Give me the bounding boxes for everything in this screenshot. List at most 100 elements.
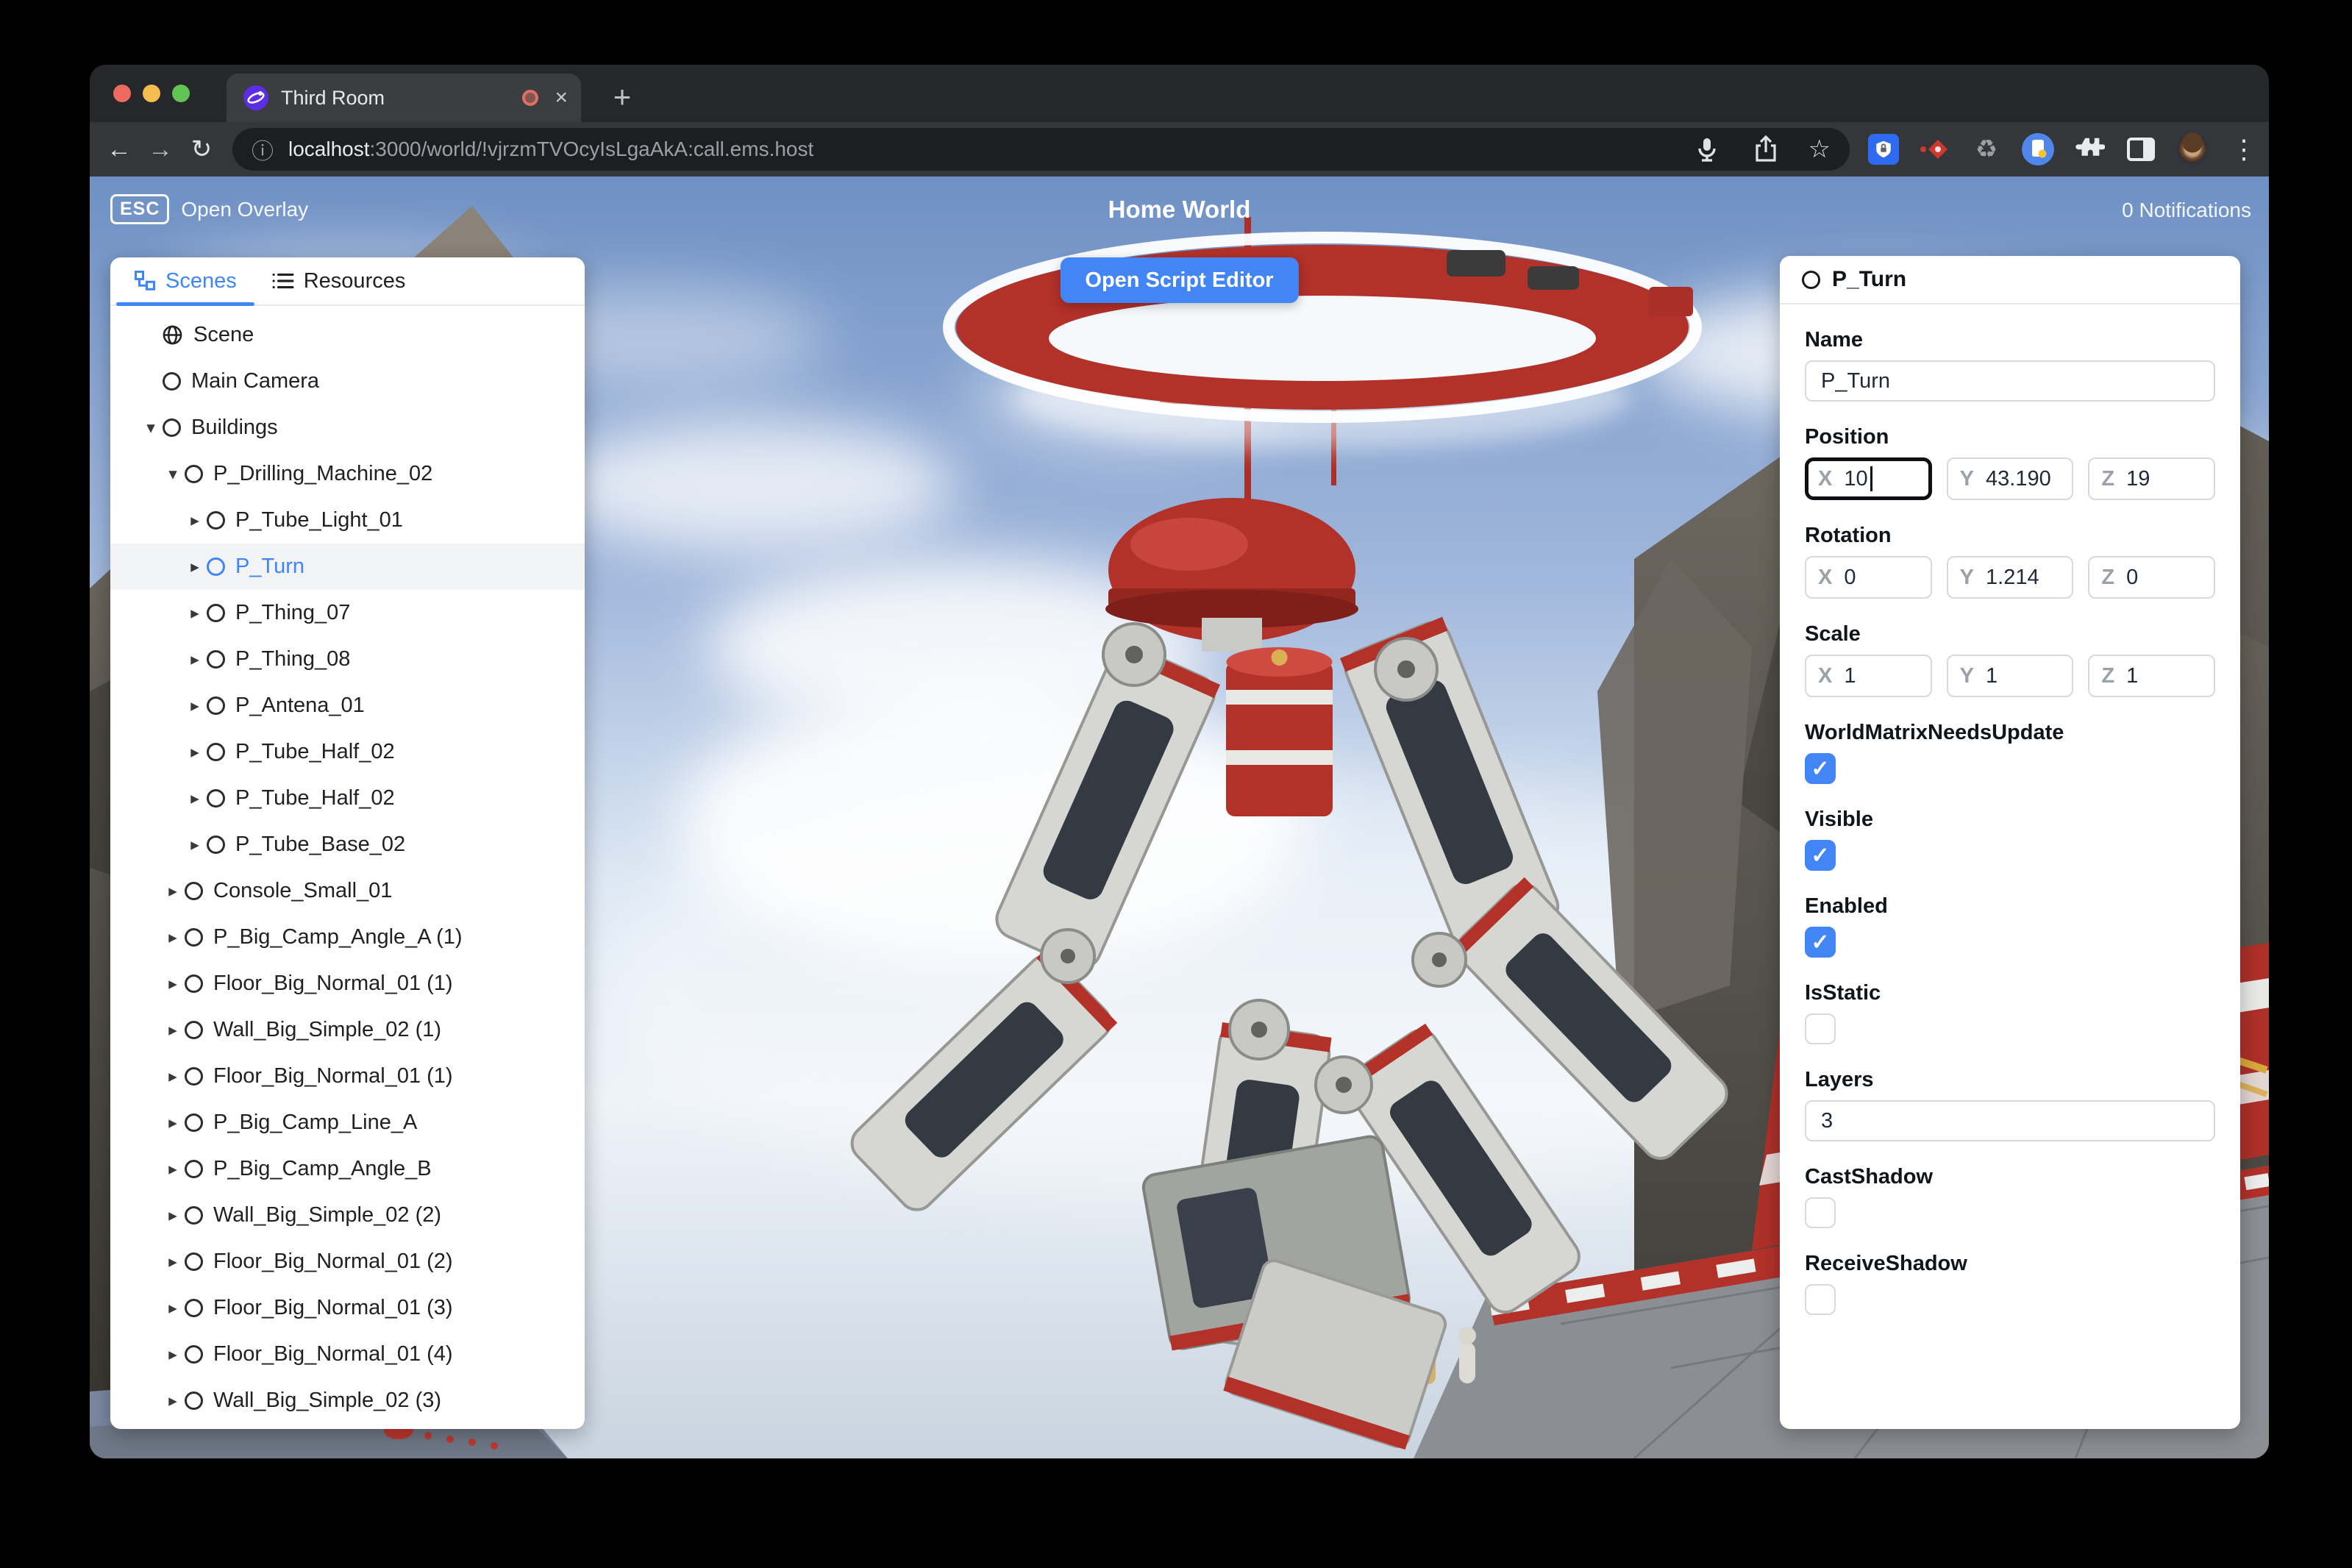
chevron-right-icon[interactable]: ▸ (162, 1020, 184, 1040)
tree-item[interactable]: ▸ Floor_Big_Normal_01 (4) (110, 1331, 585, 1378)
scale-y-input[interactable]: Y1 (1946, 655, 2074, 697)
tree-item[interactable]: Main Camera (110, 358, 585, 405)
scene-tree: Scene Main Camera ▾ Buildings ▾ P_Drilling… (110, 306, 585, 1424)
notifications-status[interactable]: 0 Notifications (2122, 199, 2251, 222)
browser-tab-strip: Third Room × + (90, 65, 2269, 122)
side-panel-icon[interactable] (2123, 132, 2159, 167)
position-z-input[interactable]: Z 19 (2088, 457, 2216, 500)
bookmark-star-icon[interactable]: ☆ (1808, 135, 1831, 164)
tree-item[interactable]: ▸ Wall_Big_Simple_02 (3) (110, 1378, 585, 1424)
position-x-input[interactable]: X 10 (1805, 457, 1932, 500)
open-overlay-control[interactable]: ESC Open Overlay (110, 194, 308, 224)
tab-scenes[interactable]: Scenes (116, 257, 254, 306)
profile-avatar[interactable] (2175, 132, 2210, 167)
name-input[interactable]: P_Turn (1805, 360, 2215, 402)
back-icon[interactable]: ← (99, 135, 140, 164)
tree-item[interactable]: ▸ Wall_Big_Simple_02 (1) (110, 1007, 585, 1053)
selected-object-title: P_Turn (1832, 267, 1907, 291)
rotation-z-input[interactable]: Z0 (2088, 556, 2216, 599)
tree-item-selected[interactable]: ▸ P_Turn (110, 544, 585, 590)
microphone-icon[interactable] (1691, 133, 1723, 165)
chevron-right-icon[interactable]: ▸ (162, 1344, 184, 1364)
position-y-value: 43.190 (1986, 466, 2051, 491)
tree-item[interactable]: ▸ P_Big_Camp_Line_A (110, 1100, 585, 1146)
visible-checkbox[interactable]: ✓ (1805, 840, 1836, 871)
browser-menu-icon[interactable]: ⋮ (2226, 132, 2262, 167)
tree-item[interactable]: ▸ P_Thing_07 (110, 590, 585, 636)
scale-z-input[interactable]: Z1 (2088, 655, 2216, 697)
site-info-icon[interactable]: ⓘ (252, 133, 274, 165)
chevron-right-icon[interactable]: ▸ (184, 603, 206, 623)
enabled-checkbox[interactable]: ✓ (1805, 927, 1836, 958)
chevron-right-icon[interactable]: ▸ (184, 742, 206, 762)
share-icon[interactable] (1750, 133, 1782, 165)
scale-x-input[interactable]: X1 (1805, 655, 1932, 697)
cast-shadow-label: CastShadow (1805, 1165, 1934, 1189)
tree-item[interactable]: ▸ Console_Small_01 (110, 868, 585, 914)
tree-item[interactable]: ▸ Floor_Big_Normal_01 (1) (110, 1053, 585, 1100)
chevron-right-icon[interactable]: ▸ (162, 1391, 184, 1411)
chevron-right-icon[interactable]: ▸ (184, 835, 206, 855)
chevron-right-icon[interactable]: ▸ (162, 1159, 184, 1179)
tree-item[interactable]: ▾ Buildings (110, 405, 585, 451)
tree-item[interactable]: ▸ P_Big_Camp_Angle_A (1) (110, 914, 585, 961)
tree-item[interactable]: ▸ Floor_Big_Normal_01 (1) (110, 961, 585, 1007)
extension-shield-icon[interactable] (1866, 132, 1901, 167)
rotation-x-input[interactable]: X0 (1805, 556, 1932, 599)
tree-item[interactable]: ▸ Floor_Big_Normal_01 (2) (110, 1239, 585, 1285)
tree-item[interactable]: ▸ P_Tube_Half_02 (110, 729, 585, 775)
chevron-right-icon[interactable]: ▸ (162, 927, 184, 947)
chevron-right-icon[interactable]: ▸ (184, 557, 206, 577)
cast-shadow-checkbox[interactable]: ✓ (1805, 1197, 1836, 1228)
chevron-right-icon[interactable]: ▸ (162, 1113, 184, 1133)
address-bar[interactable]: ⓘ localhost:3000/world/!vjrzmTVOcyIsLgaA… (232, 128, 1850, 171)
position-y-input[interactable]: Y 43.190 (1946, 457, 2074, 500)
extension-recycle-icon[interactable]: ♻ (1969, 132, 2004, 167)
extensions-puzzle-icon[interactable] (2072, 132, 2107, 167)
receive-shadow-checkbox[interactable]: ✓ (1805, 1284, 1836, 1315)
new-tab-button[interactable]: + (605, 79, 640, 115)
chevron-right-icon[interactable]: ▸ (162, 1205, 184, 1225)
chevron-right-icon[interactable]: ▸ (184, 788, 206, 808)
tree-item-label: P_Tube_Half_02 (235, 786, 395, 810)
tree-item[interactable]: ▸ P_Tube_Base_02 (110, 822, 585, 868)
window-minimize-button[interactable] (143, 85, 160, 102)
tree-item[interactable]: ▸ P_Tube_Half_02 (110, 775, 585, 822)
chevron-right-icon[interactable]: ▸ (162, 1298, 184, 1318)
tree-item[interactable]: ▸ P_Tube_Light_01 (110, 497, 585, 544)
window-zoom-button[interactable] (172, 85, 190, 102)
window-close-button[interactable] (113, 85, 131, 102)
tree-item[interactable]: ▸ Floor_Big_Normal_01 (3) (110, 1285, 585, 1331)
extension-document-icon[interactable] (2020, 132, 2056, 167)
open-script-editor-button[interactable]: Open Script Editor (1060, 257, 1299, 303)
world-matrix-needs-update-checkbox[interactable]: ✓ (1805, 753, 1836, 784)
tree-item[interactable]: ▸ Wall_Big_Simple_02 (2) (110, 1192, 585, 1239)
chevron-right-icon[interactable]: ▸ (162, 1066, 184, 1086)
reload-icon[interactable]: ↻ (181, 135, 222, 164)
tree-item[interactable]: ▸ P_Thing_08 (110, 636, 585, 683)
is-static-checkbox[interactable]: ✓ (1805, 1013, 1836, 1044)
tree-item-scene[interactable]: Scene (110, 312, 585, 358)
chevron-right-icon[interactable]: ▸ (184, 649, 206, 669)
tab-resources[interactable]: Resources (254, 257, 424, 304)
browser-tab[interactable]: Third Room × (227, 74, 581, 122)
forward-icon[interactable]: → (140, 135, 181, 164)
layers-input[interactable]: 3 (1805, 1100, 2215, 1141)
tree-item[interactable]: ▸ P_Antena_01 (110, 683, 585, 729)
node-circle-icon (185, 1160, 203, 1178)
rotation-y-input[interactable]: Y 1.214 (1946, 556, 2074, 599)
chevron-right-icon[interactable]: ▸ (184, 696, 206, 716)
tree-item[interactable]: ▸ P_Big_Camp_Angle_B (110, 1146, 585, 1192)
node-circle-icon (185, 465, 203, 483)
chevron-right-icon[interactable]: ▸ (162, 974, 184, 994)
chevron-right-icon[interactable]: ▸ (162, 881, 184, 901)
chevron-down-icon[interactable]: ▾ (140, 418, 162, 438)
tab-close-icon[interactable]: × (555, 87, 568, 109)
chevron-right-icon[interactable]: ▸ (184, 510, 206, 530)
tree-item[interactable]: ▾ P_Drilling_Machine_02 (110, 451, 585, 497)
chevron-down-icon[interactable]: ▾ (162, 464, 184, 484)
axis-y-label: Y (1959, 466, 1975, 491)
viewport-3d[interactable]: ESC Open Overlay Home World 0 Notificati… (90, 177, 2269, 1458)
chevron-right-icon[interactable]: ▸ (162, 1252, 184, 1272)
extension-red-diamond-icon[interactable] (1917, 132, 1953, 167)
